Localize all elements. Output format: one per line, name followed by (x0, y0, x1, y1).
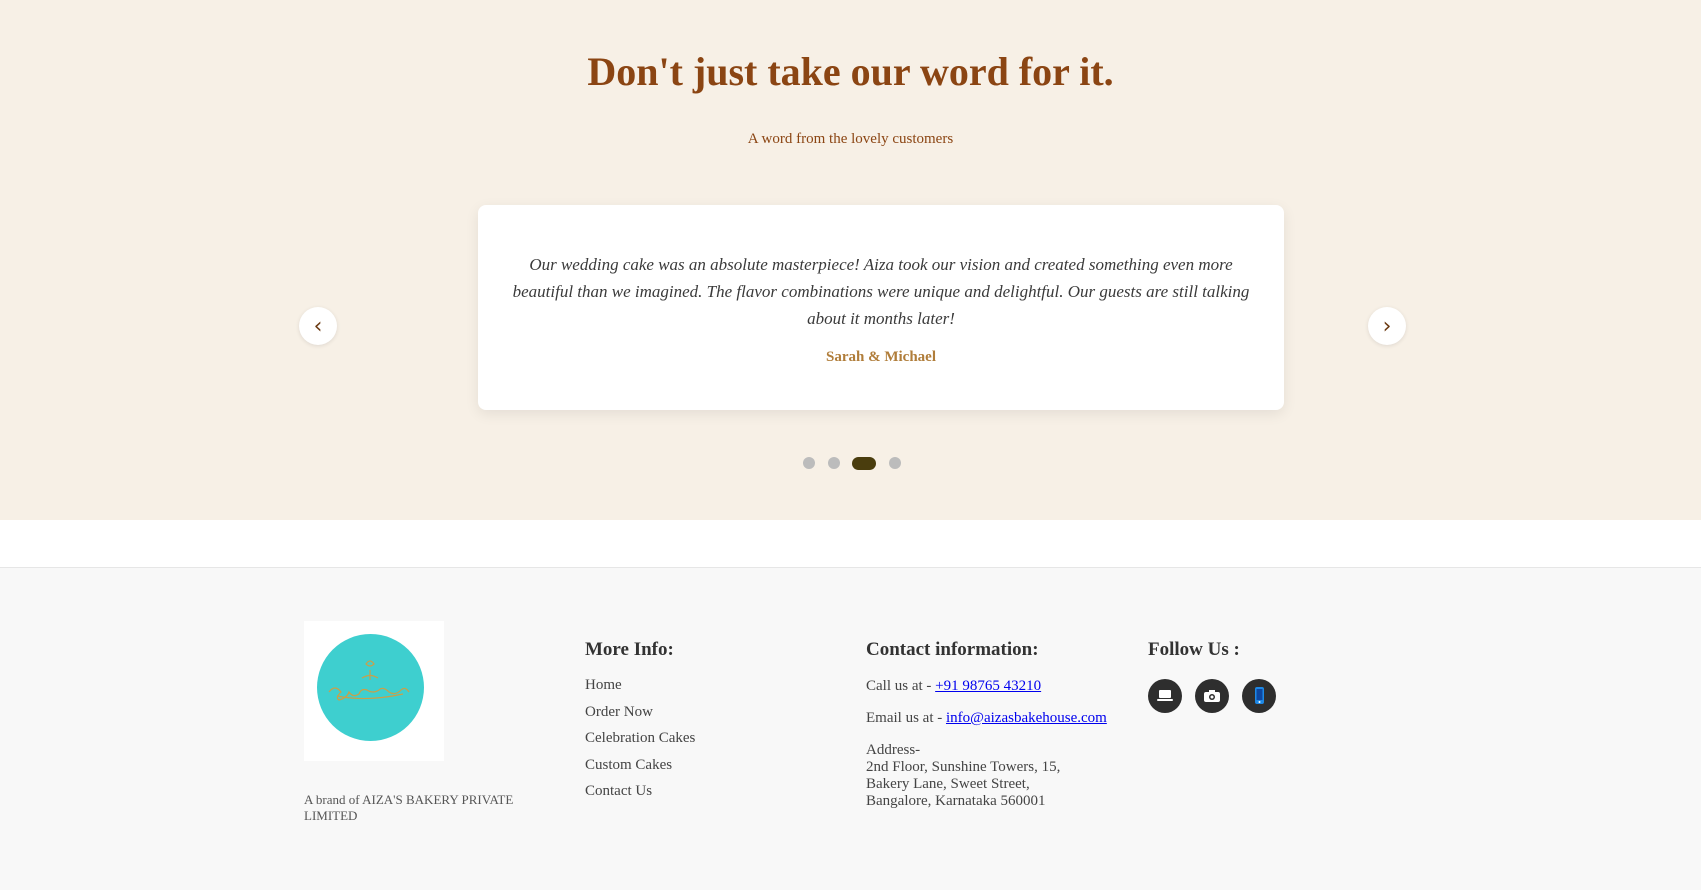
site-footer: A brand of AIZA'S BAKERY PRIVATE LIMITED… (0, 568, 1701, 890)
social-phone-button[interactable] (1242, 679, 1276, 713)
email-prefix: Email us at - (866, 710, 946, 726)
footer-link-celebration-cakes[interactable]: Celebration Cakes (585, 730, 695, 757)
footer-link-order-now[interactable]: Order Now (585, 704, 695, 731)
laptop-icon (1157, 690, 1173, 701)
brand-caption: A brand of AIZA'S BAKERY PRIVATE LIMITED (304, 792, 514, 823)
call-prefix: Call us at - (866, 678, 936, 694)
camera-icon (1204, 690, 1220, 702)
slide-dot-4[interactable] (889, 457, 901, 469)
testimonials-subtitle: A word from the lovely customers (747, 131, 954, 147)
chevron-right-icon: › (1382, 313, 1392, 339)
address-label: Address- (866, 742, 921, 758)
logo-circle (317, 634, 424, 741)
testimonial-card: Our wedding cake was an absolute masterp… (478, 205, 1284, 410)
chevron-left-icon: ‹ (313, 313, 323, 339)
next-slide-button[interactable]: › (1368, 307, 1406, 345)
slide-dot-2[interactable] (828, 457, 840, 469)
follow-heading: Follow Us : (1148, 639, 1240, 660)
phone-link[interactable]: +91 98765 43210 (935, 678, 1041, 694)
social-laptop-button[interactable] (1148, 679, 1182, 713)
more-info-heading: More Info: (585, 639, 674, 660)
slide-dot-3-active[interactable] (852, 457, 876, 470)
brand-logo[interactable] (304, 621, 444, 761)
previous-slide-button[interactable]: ‹ (299, 307, 337, 345)
address-line-3: Bangalore, Karnataka 560001 (866, 793, 1046, 809)
testimonials-section: Don't just take our word for it. A word … (0, 0, 1701, 520)
testimonials-title: Don't just take our word for it. (587, 49, 1114, 94)
address-block: Address- 2nd Floor, Sunshine Towers, 15,… (866, 742, 1060, 810)
email-line: Email us at - info@aizasbakehouse.com (866, 710, 1107, 727)
contact-heading: Contact information: (866, 639, 1039, 660)
address-line-2: Bakery Lane, Sweet Street, (866, 776, 1030, 792)
testimonial-author: Sarah & Michael (826, 349, 936, 365)
address-line-1: 2nd Floor, Sunshine Towers, 15, (866, 759, 1061, 775)
email-link[interactable]: info@aizasbakehouse.com (946, 710, 1107, 726)
testimonial-quote: Our wedding cake was an absolute masterp… (512, 255, 1250, 328)
mobile-phone-icon (1255, 687, 1264, 704)
slide-indicators (0, 457, 1701, 470)
footer-link-contact-us[interactable]: Contact Us (585, 783, 695, 810)
cake-logo-icon (328, 660, 410, 701)
footer-link-custom-cakes[interactable]: Custom Cakes (585, 757, 695, 784)
social-camera-button[interactable] (1195, 679, 1229, 713)
footer-links: Home Order Now Celebration Cakes Custom … (585, 677, 695, 810)
call-line: Call us at - +91 98765 43210 (866, 678, 1041, 695)
footer-link-home[interactable]: Home (585, 677, 695, 704)
slide-dot-1[interactable] (803, 457, 815, 469)
